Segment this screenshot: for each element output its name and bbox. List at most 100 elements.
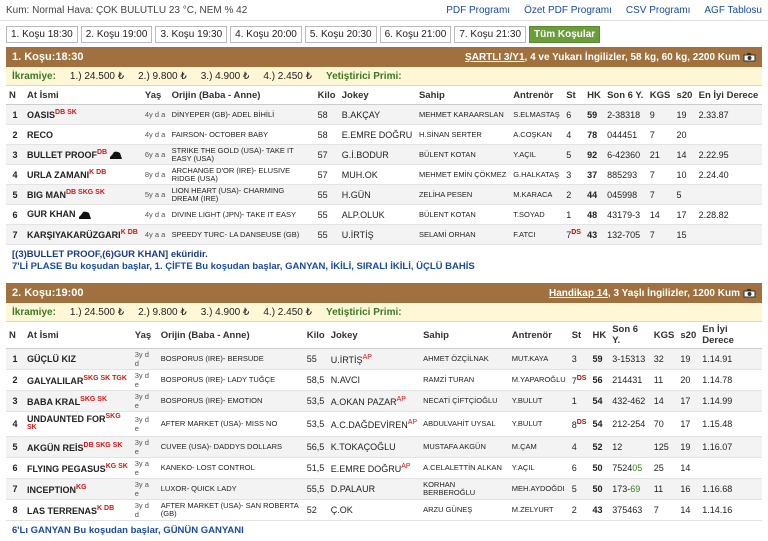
summary-pdf-link[interactable]: Özet PDF Programı: [524, 5, 612, 16]
horse-origin[interactable]: AFTER MARKET (USA)- SAN ROBERTA (GB): [157, 499, 304, 521]
table-row[interactable]: 6 GUR KHAN 4y d a DIVINE LIGHT (JPN)- TAKE …: [6, 204, 762, 225]
jockey-name[interactable]: G.İ.BODUR: [342, 150, 389, 160]
jockey-name[interactable]: B.AKÇAY: [342, 110, 380, 120]
horse-name[interactable]: UNDAUNTED FOR: [27, 414, 106, 424]
trainer-name[interactable]: M.KARACA: [510, 184, 564, 205]
table-row[interactable]: 3 BABA KRALSKG SK 3y d e BOSPORUS (IRE)- EM…: [6, 390, 762, 412]
owner-name[interactable]: H.SİNAN SERTER: [415, 124, 511, 145]
owner-name[interactable]: MEHMET EMİN ÇÖKMEZ: [415, 164, 511, 185]
last-six-value[interactable]: 6-42360: [607, 150, 640, 160]
horse-origin[interactable]: AFTER MARKET (USA)- MISS NO: [157, 411, 304, 437]
jockey-name[interactable]: ALP.OLUK: [342, 210, 385, 220]
last-six-value[interactable]: 12: [612, 442, 622, 452]
last-six-value[interactable]: 212-254: [612, 419, 645, 429]
last-six-value[interactable]: 7524: [612, 463, 632, 473]
jockey-name[interactable]: H.GÜN: [342, 190, 371, 200]
horse-name[interactable]: FLYING PEGASUS: [27, 464, 106, 474]
trainer-name[interactable]: MUT.KAYA: [508, 348, 569, 370]
jockey-name[interactable]: E.EMRE DOĞRU: [331, 464, 402, 474]
trainer-name[interactable]: S.ELMASTAŞ: [510, 104, 564, 125]
horse-name[interactable]: OASIS: [27, 110, 55, 120]
jockey-name[interactable]: E.EMRE DOĞRU: [342, 130, 413, 140]
table-row[interactable]: 4 UNDAUNTED FORSKG SK 3y d e AFTER MARKET (…: [6, 411, 762, 437]
last-six-value[interactable]: 045998: [607, 190, 637, 200]
last-six-value[interactable]: 375463: [612, 505, 642, 515]
horse-origin[interactable]: SPEEDY TURC- LA DANSEUSE (GB): [168, 224, 315, 245]
owner-name[interactable]: BÜLENT KOTAN: [415, 144, 511, 165]
tab-race-2[interactable]: 2. Koşu 19:00: [80, 25, 153, 43]
owner-name[interactable]: ARZU GÜNEŞ: [420, 499, 509, 521]
trainer-name[interactable]: Y.AÇIL: [508, 457, 569, 479]
horse-name[interactable]: KARŞIYAKARÜZGARI: [27, 230, 121, 240]
owner-name[interactable]: MEHMET KARAARSLAN: [415, 104, 511, 125]
table-row[interactable]: 7 KARŞIYAKARÜZGARIK DB 4y a a SPEEDY TURC- …: [6, 224, 762, 245]
table-row[interactable]: 6 FLYING PEGASUSKG SK 3y a e KANEKO- LOST C…: [6, 457, 762, 479]
jockey-name[interactable]: A.C.DAĞDEVİREN: [331, 420, 408, 430]
trainer-name[interactable]: Y.BULUT: [508, 411, 569, 437]
horse-origin[interactable]: CUVEE (USA)- DADDYS DOLLARS: [157, 436, 304, 458]
owner-name[interactable]: KORHAN BERBEROĞLU: [420, 478, 509, 500]
table-row[interactable]: 8 LAS TERRENASK DB 3y d d AFTER MARKET (USA…: [6, 499, 762, 521]
jockey-name[interactable]: U.İRTİŞ: [342, 230, 374, 240]
horse-origin[interactable]: BOSPORUS (IRE)- LADY TUĞÇE: [157, 369, 304, 391]
jockey-name[interactable]: MUH.OK: [342, 170, 378, 180]
tab-race-1[interactable]: 1. Koşu 18:30: [6, 25, 78, 43]
trainer-name[interactable]: F.ATCI: [510, 224, 564, 245]
table-row[interactable]: 1 GÜÇLÜ KIZ 3y d d BOSPORUS (IRE)- BERSUDE 5…: [6, 348, 762, 370]
jockey-name[interactable]: N.AVCI: [331, 375, 360, 385]
last-six-value[interactable]: 885293: [607, 170, 637, 180]
horse-origin[interactable]: LION HEART (USA)- CHARMING DREAM (IRE): [168, 184, 315, 205]
jockey-name[interactable]: A.OKAN PAZAR: [331, 397, 397, 407]
horse-origin[interactable]: LUXOR- QUICK LADY: [157, 478, 304, 500]
horse-origin[interactable]: DIVINE LIGHT (JPN)- TAKE IT EASY: [168, 204, 315, 225]
horse-name[interactable]: LAS TERRENAS: [27, 506, 97, 516]
horse-origin[interactable]: ARCHANGE D'OR (IRE)- ELUSIVE RIDGE (USA): [168, 164, 315, 185]
jockey-name[interactable]: Ç.OK: [331, 505, 353, 515]
horse-name[interactable]: GALYALILAR: [27, 376, 83, 386]
table-row[interactable]: 3 BULLET PROOFDB 6y a a STRIKE THE GOLD (US…: [6, 144, 762, 165]
horse-name[interactable]: BABA KRAL: [27, 397, 80, 407]
owner-name[interactable]: NECATİ ÇİFTÇİOĞLU: [420, 390, 509, 412]
csv-program-link[interactable]: CSV Programı: [626, 5, 690, 16]
table-row[interactable]: 5 AKGÜN REİSDB SKG SK 3y d e CUVEE (USA)- D…: [6, 436, 762, 458]
last-six-value[interactable]: 132-705: [607, 230, 640, 240]
last-six-value[interactable]: 432-462: [612, 396, 645, 406]
trainer-name[interactable]: G.HALKATAŞ: [510, 164, 564, 185]
owner-name[interactable]: AHMET ÖZÇİLNAK: [420, 348, 509, 370]
jockey-name[interactable]: U.İRTİŞ: [331, 355, 363, 365]
camera-icon[interactable]: [743, 52, 756, 62]
trainer-name[interactable]: MEH.AYDOĞDI: [508, 478, 569, 500]
owner-name[interactable]: ABDULVAHİT UYSAL: [420, 411, 509, 437]
agf-table-link[interactable]: AGF Tablosu: [704, 5, 762, 16]
horse-name[interactable]: BULLET PROOF: [27, 150, 97, 160]
jockey-name[interactable]: D.PALAUR: [331, 484, 375, 494]
trainer-name[interactable]: T.SOYAD: [510, 204, 564, 225]
trainer-name[interactable]: M.ZELYURT: [508, 499, 569, 521]
owner-name[interactable]: ZELİHA PESEN: [415, 184, 511, 205]
last-six-value[interactable]: 044451: [607, 130, 637, 140]
horse-name[interactable]: AKGÜN REİS: [27, 443, 84, 453]
horse-name[interactable]: GUR KHAN: [27, 209, 76, 219]
trainer-name[interactable]: Y.BULUT: [508, 390, 569, 412]
owner-name[interactable]: RAMZİ TURAN: [420, 369, 509, 391]
tab-race-4[interactable]: 4. Koşu 20:00: [230, 25, 302, 43]
horse-name[interactable]: BIG MAN: [27, 190, 66, 200]
trainer-name[interactable]: M.YAPAROĞLU: [508, 369, 569, 391]
camera-icon[interactable]: [743, 288, 756, 298]
owner-name[interactable]: SELAMİ ORHAN: [415, 224, 511, 245]
table-row[interactable]: 2 RECO 4y d a FAIRSON- OCTOBER BABY 58 E.EMRE…: [6, 124, 762, 145]
trainer-name[interactable]: M.ÇAM: [508, 436, 569, 458]
race-condition-link[interactable]: Handikap 14: [549, 288, 608, 299]
horse-origin[interactable]: KANEKO- LOST CONTROL: [157, 457, 304, 479]
owner-name[interactable]: BÜLENT KOTAN: [415, 204, 511, 225]
table-row[interactable]: 2 GALYALILARSKG SK TGK 3y d e BOSPORUS (IRE…: [6, 369, 762, 391]
horse-origin[interactable]: STRIKE THE GOLD (USA)- TAKE IT EASY (USA…: [168, 144, 315, 165]
tab-race-3[interactable]: 3. Koşu 19:30: [155, 25, 228, 43]
horse-name[interactable]: GÜÇLÜ KIZ: [27, 354, 76, 364]
owner-name[interactable]: A.CELALETTİN ALKAN: [420, 457, 509, 479]
table-row[interactable]: 7 INCEPTIONKG 3y a e LUXOR- QUICK LADY 55,5 D…: [6, 478, 762, 500]
horse-name[interactable]: RECO: [27, 130, 53, 140]
horse-origin[interactable]: BOSPORUS (IRE)- BERSUDE: [157, 348, 304, 370]
horse-name[interactable]: URLA ZAMANI: [27, 170, 89, 180]
horse-name[interactable]: INCEPTION: [27, 485, 76, 495]
